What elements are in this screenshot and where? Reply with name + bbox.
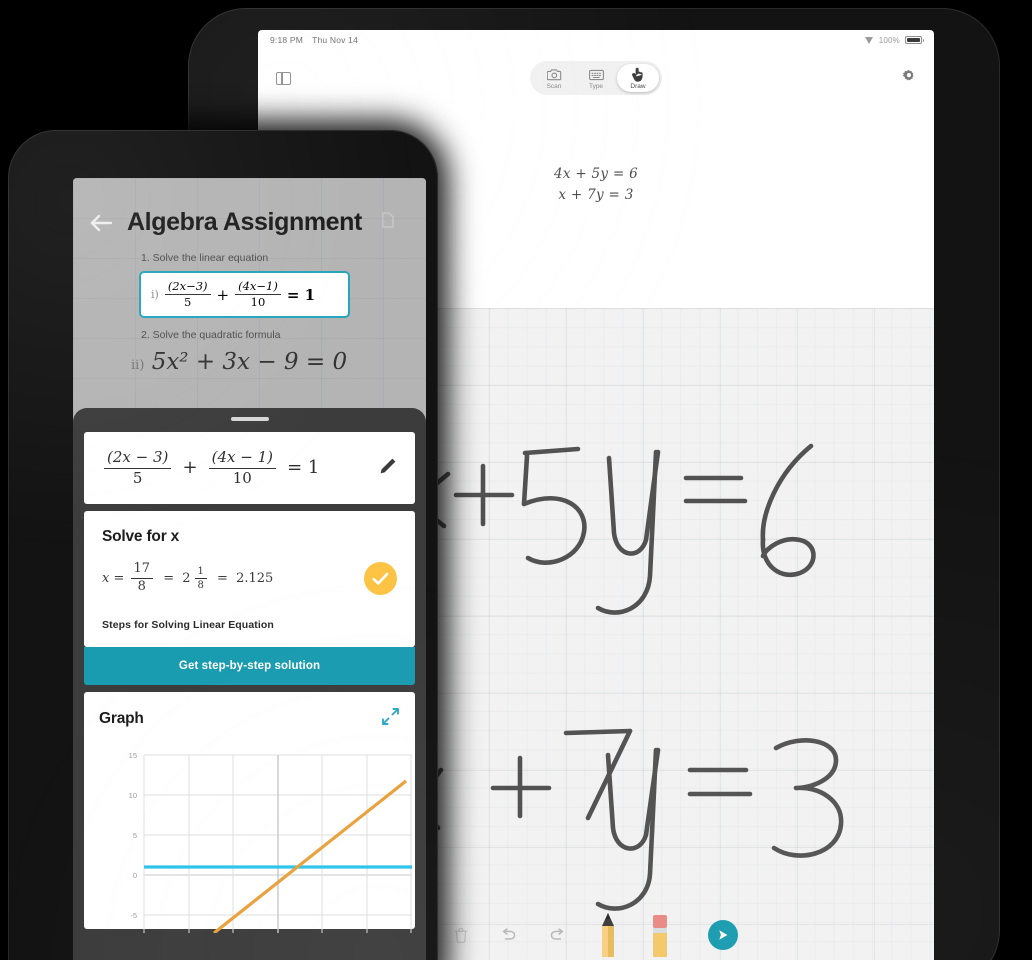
card-operator: + (182, 456, 198, 478)
graph-plot[interactable]: 15 10 5 0 -5 (99, 743, 412, 935)
tab-type-label: Type (588, 83, 604, 90)
solution-title: Solve for x (102, 528, 180, 545)
step-by-step-button[interactable]: Get step-by-step solution (84, 647, 415, 685)
assignment-equation-2: ii) 5x² + 3x − 9 = 0 (131, 349, 348, 376)
solution-fraction: 17 8 (130, 561, 154, 595)
eraser-tool-icon[interactable] (650, 913, 670, 957)
svg-text:15: 15 (129, 751, 137, 760)
tab-type[interactable]: Type (575, 64, 617, 92)
equation-card-math: (2x − 3) 5 + (4x − 1) 10 = 1 (102, 449, 323, 487)
check-circle-icon[interactable] (364, 562, 397, 595)
status-date: Thu Nov 14 (312, 35, 359, 45)
back-arrow-icon[interactable] (89, 213, 113, 233)
card-result: = 1 (287, 456, 320, 478)
graph-header: Graph (99, 707, 400, 731)
status-time: 9:18 PM (270, 35, 304, 45)
solution-card: Solve for x x = 17 8 = 2 1 8 = 2.125 Ste… (84, 511, 415, 647)
phone-screen: Algebra Assignment 1. Solve the linear e… (73, 178, 426, 960)
equation1-result: = 1 (286, 285, 316, 304)
keyboard-icon (588, 67, 604, 82)
svg-text:5: 5 (133, 831, 137, 840)
undo-icon[interactable] (500, 928, 517, 942)
tab-draw-label: Draw (630, 83, 646, 90)
pencil-edit-icon[interactable] (379, 457, 397, 480)
highlighted-equation[interactable]: i) (2x−3) 5 + (4x−1) 10 = 1 (141, 273, 348, 317)
tablet-status-bar: 9:18 PM Thu Nov 14 100% (258, 30, 934, 50)
steps-label: Steps for Solving Linear Equation (102, 619, 274, 631)
solution-row: x = 17 8 = 2 1 8 = 2.125 (102, 561, 397, 595)
solution-decimal: 2.125 (236, 571, 274, 586)
wifi-icon (864, 36, 874, 44)
svg-text:10: 10 (129, 791, 137, 800)
svg-text:-5: -5 (130, 911, 137, 920)
screenshot-stage: 9:18 PM Thu Nov 14 100% Scan Type Draw 4… (0, 0, 1032, 960)
graph-title: Graph (99, 710, 144, 727)
sheet-drag-handle[interactable] (230, 417, 269, 421)
solution-mixed-number: 2 1 8 (182, 566, 209, 592)
tablet-top-bar: Scan Type Draw (258, 50, 934, 106)
equation1-operator: + (216, 285, 230, 304)
bottom-sheet: (2x − 3) 5 + (4x − 1) 10 = 1 Solve for x… (73, 408, 426, 960)
tab-scan[interactable]: Scan (533, 64, 575, 92)
document-icon[interactable] (382, 212, 394, 233)
pencil-tool-icon[interactable] (598, 913, 618, 957)
equation1-fraction-1: (2x−3) 5 (164, 279, 211, 309)
mode-segmented-control: Scan Type Draw (530, 61, 662, 95)
assignment-header: Algebra Assignment (89, 178, 410, 237)
svg-text:0: 0 (133, 871, 137, 880)
tab-scan-label: Scan (546, 83, 562, 90)
tab-draw[interactable]: Draw (617, 64, 659, 92)
hand-draw-icon (631, 67, 645, 82)
equation-card[interactable]: (2x − 3) 5 + (4x − 1) 10 = 1 (84, 432, 415, 504)
phone-device-frame: Algebra Assignment 1. Solve the linear e… (8, 130, 438, 960)
expand-diagonal-icon[interactable] (381, 707, 400, 731)
graph-card: Graph 15 10 5 0 -5 (84, 692, 415, 935)
page-title: Algebra Assignment (127, 208, 362, 236)
graph-svg: 15 10 5 0 -5 (129, 751, 412, 935)
sidebar-toggle-icon[interactable] (276, 71, 291, 85)
assignment-question-2: 2. Solve the quadratic formula (141, 329, 281, 342)
gear-icon[interactable] (902, 69, 916, 88)
battery-level: 100% (878, 35, 900, 45)
equation1-fraction-2: (4x−1) 10 (235, 279, 281, 309)
card-fraction-1: (2x − 3) 5 (104, 449, 172, 487)
redo-icon[interactable] (549, 928, 566, 942)
battery-icon (905, 36, 924, 44)
trash-icon[interactable] (454, 927, 468, 943)
card-fraction-2: (4x − 1) 10 (208, 449, 276, 487)
camera-icon (546, 67, 562, 82)
assignment-question-1: 1. Solve the linear equation (141, 252, 269, 264)
solution-value: x = 17 8 = 2 1 8 = 2.125 (102, 561, 274, 595)
send-icon[interactable] (708, 920, 738, 950)
